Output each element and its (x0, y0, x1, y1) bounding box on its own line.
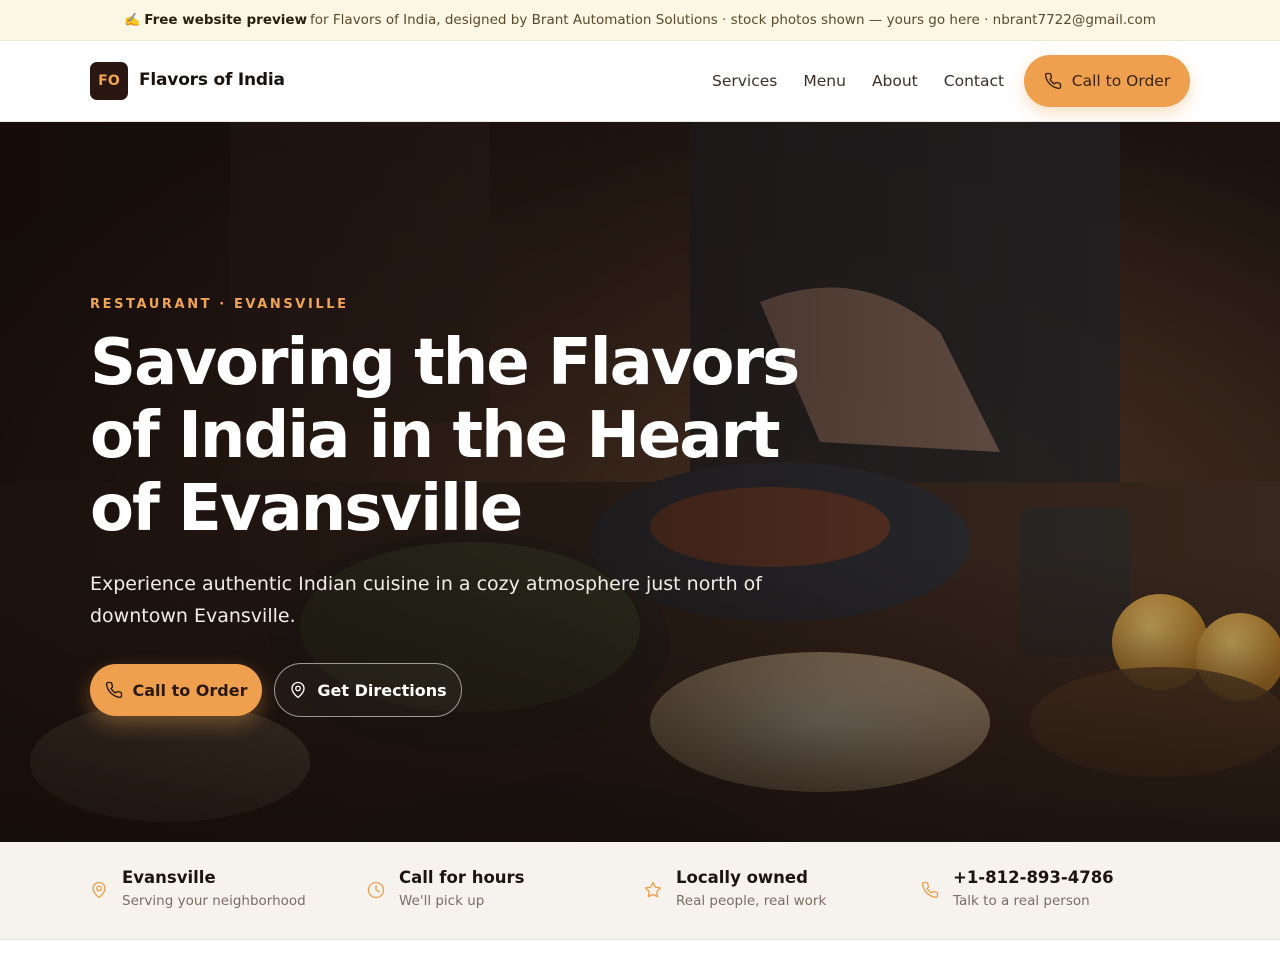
nav-contact[interactable]: Contact (944, 72, 1004, 90)
clock-icon (367, 881, 385, 899)
banner-text: for Flavors of India, designed by Brant … (310, 12, 1156, 28)
logo[interactable]: FO (90, 62, 128, 100)
hero-section: RESTAURANT · EVANSVILLE Savoring the Fla… (0, 122, 1280, 842)
info-item-location: Evansville Serving your neighborhood (90, 868, 306, 909)
info-item-hours: Call for hours We'll pick up (367, 868, 524, 909)
next-section-edge (0, 941, 1280, 960)
map-pin-icon (92, 881, 106, 899)
hero-title: Savoring the Flavors of India in the Hea… (90, 326, 800, 546)
site-header: FO Flavors of India Services Menu About … (0, 41, 1280, 122)
info-sub: Serving your neighborhood (122, 893, 306, 909)
nav-menu[interactable]: Menu (803, 72, 846, 90)
hero-subtitle: Experience authentic Indian cuisine in a… (90, 573, 762, 627)
hero-call-button[interactable]: Call to Order (90, 664, 262, 716)
header-call-button[interactable]: Call to Order (1024, 55, 1190, 107)
info-sub: Real people, real work (676, 893, 827, 909)
writing-hand-icon: ✍️ (124, 12, 141, 28)
info-title: Evansville (122, 868, 216, 887)
nav-about[interactable]: About (872, 72, 918, 90)
info-item-owned: Locally owned Real people, real work (644, 868, 826, 909)
info-sub: We'll pick up (399, 893, 485, 909)
info-title: Call for hours (399, 868, 525, 887)
brand-name[interactable]: Flavors of India (139, 70, 285, 90)
get-directions-label: Get Directions (317, 680, 447, 700)
logo-initials: FO (98, 73, 120, 89)
hero-call-label: Call to Order (132, 680, 248, 700)
info-strip: Evansville Serving your neighborhood Cal… (0, 842, 1280, 940)
banner-strong-text: Free website preview (144, 12, 308, 28)
phone-icon (105, 681, 122, 699)
get-directions-button[interactable]: Get Directions (274, 663, 462, 717)
info-item-phone[interactable]: +1-812-893-4786 Talk to a real person (921, 868, 1114, 909)
main-nav: Services Menu About Contact (712, 72, 1004, 90)
preview-banner: ✍️ Free website preview for Flavors of I… (0, 0, 1280, 41)
star-icon (644, 881, 662, 898)
phone-number[interactable]: +1-812-893-4786 (953, 868, 1114, 887)
info-sub: Talk to a real person (953, 893, 1090, 909)
header-call-label: Call to Order (1071, 72, 1171, 90)
nav-services[interactable]: Services (712, 72, 777, 90)
phone-icon (921, 881, 939, 899)
hero-eyebrow: RESTAURANT · EVANSVILLE (90, 297, 349, 312)
map-pin-icon (291, 681, 306, 699)
phone-icon (1044, 72, 1061, 90)
info-title: Locally owned (676, 868, 808, 887)
